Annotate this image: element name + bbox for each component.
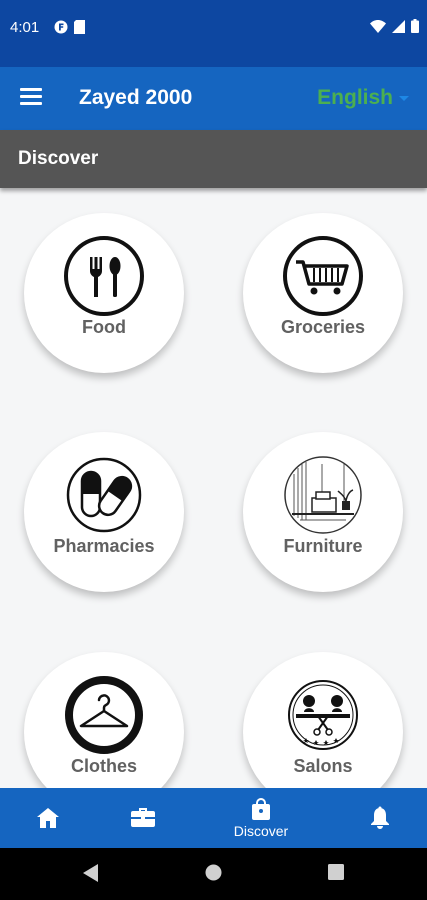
back-icon[interactable] bbox=[83, 864, 99, 882]
category-label: Food bbox=[82, 317, 126, 337]
category-label: Furniture bbox=[283, 536, 363, 556]
status-time: 4:01 bbox=[10, 19, 40, 36]
chevron-down-icon bbox=[399, 95, 409, 101]
battery-icon bbox=[411, 19, 419, 33]
category-food[interactable]: Food bbox=[24, 213, 184, 373]
section-title: Discover bbox=[18, 148, 99, 169]
nav-discover[interactable]: Discover bbox=[221, 788, 301, 848]
status-bar: 4:01 bbox=[0, 0, 427, 67]
home-circle-icon[interactable] bbox=[205, 864, 222, 881]
nav-label: Discover bbox=[233, 823, 289, 839]
app-bar: Zayed 2000 English bbox=[0, 67, 427, 130]
category-furniture[interactable]: Furniture bbox=[243, 432, 403, 592]
language-label: English bbox=[317, 86, 393, 109]
category-label: Clothes bbox=[70, 756, 137, 776]
language-dropdown[interactable]: English bbox=[317, 86, 409, 110]
nav-notifications[interactable] bbox=[340, 788, 420, 848]
briefcase-icon bbox=[131, 808, 155, 827]
system-navigation-bar bbox=[0, 848, 427, 900]
app-notification-icon bbox=[54, 20, 68, 34]
nav-home[interactable] bbox=[8, 788, 88, 848]
signal-icon bbox=[392, 19, 405, 33]
pills-icon bbox=[66, 457, 142, 533]
wifi-icon bbox=[370, 19, 386, 33]
shopping-cart-icon bbox=[283, 236, 363, 316]
salon-icon bbox=[288, 680, 358, 750]
category-groceries[interactable]: Groceries bbox=[243, 213, 403, 373]
sim-card-icon bbox=[74, 20, 85, 34]
section-header: Discover bbox=[0, 130, 427, 188]
bell-icon bbox=[371, 806, 389, 829]
fork-spoon-icon bbox=[64, 236, 144, 316]
category-label: Groceries bbox=[280, 317, 366, 337]
recents-icon[interactable] bbox=[328, 864, 344, 880]
home-icon bbox=[37, 808, 59, 828]
category-pharmacies[interactable]: Pharmacies bbox=[24, 432, 184, 592]
nav-briefcase[interactable] bbox=[103, 788, 183, 848]
menu-button[interactable] bbox=[20, 88, 42, 108]
category-label: Pharmacies bbox=[53, 536, 155, 556]
shopping-bag-icon bbox=[252, 798, 270, 820]
furniture-icon bbox=[284, 456, 362, 534]
bottom-navigation: Discover bbox=[0, 788, 427, 848]
hanger-icon bbox=[65, 676, 143, 754]
category-label: Salons bbox=[293, 756, 353, 776]
app-title: Zayed 2000 bbox=[79, 86, 193, 109]
